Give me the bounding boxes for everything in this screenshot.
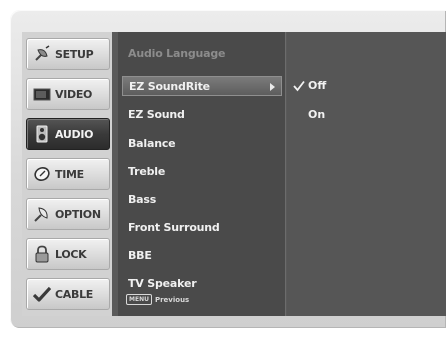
option-off[interactable]: Off	[293, 76, 326, 96]
menu-item-ez-soundrite[interactable]: EZ SoundRite	[122, 76, 282, 96]
previous-label: Previous	[154, 295, 190, 304]
tab-label: AUDIO	[55, 127, 94, 141]
satellite-option-icon	[34, 207, 48, 222]
previous-hint: MENU Previous	[126, 294, 189, 305]
checkmark-icon	[33, 286, 51, 302]
tab-setup[interactable]: SETUP	[26, 38, 110, 70]
option-label: On	[308, 108, 326, 121]
menu-item-audio-language[interactable]: Audio Language	[128, 44, 278, 64]
tv-screen-icon	[33, 88, 51, 101]
tab-label: OPTION	[55, 207, 101, 221]
tab-label: TIME	[55, 167, 84, 181]
options-panel: Off On	[287, 32, 446, 316]
tab-label: LOCK	[55, 247, 87, 261]
option-label: Off	[308, 79, 327, 92]
tab-label: VIDEO	[55, 87, 93, 101]
tab-time[interactable]: TIME	[26, 158, 110, 190]
tab-label: CABLE	[55, 287, 93, 301]
padlock-icon	[35, 245, 49, 263]
tab-audio[interactable]: AUDIO	[26, 118, 110, 150]
category-tabs: SETUP VIDEO AUDIO TIME OPTION LOCK CABLE	[22, 32, 112, 316]
tab-option[interactable]: OPTION	[26, 198, 110, 230]
clock-icon	[34, 167, 50, 181]
tab-video[interactable]: VIDEO	[26, 78, 110, 110]
speaker-icon	[36, 125, 48, 143]
menu-item-treble[interactable]: Treble	[128, 162, 278, 182]
menu-item-bass[interactable]: Bass	[128, 190, 278, 210]
menu-item-bbe[interactable]: BBE	[128, 246, 278, 266]
satellite-dish-icon	[35, 45, 50, 61]
tab-label: SETUP	[55, 47, 94, 61]
menu-item-balance[interactable]: Balance	[128, 134, 278, 154]
menu-item-ez-sound[interactable]: EZ Sound	[128, 105, 278, 125]
arrow-right-icon	[270, 83, 275, 91]
menu-key-badge: MENU	[126, 294, 152, 305]
menu-item-label: EZ SoundRite	[129, 80, 210, 93]
check-icon	[293, 80, 305, 92]
tab-cable[interactable]: CABLE	[26, 278, 110, 310]
menu-item-front-surround[interactable]: Front Surround	[128, 218, 278, 238]
tab-lock[interactable]: LOCK	[26, 238, 110, 270]
menu-item-tv-speaker[interactable]: TV Speaker	[128, 274, 278, 294]
option-on[interactable]: On	[308, 105, 325, 125]
audio-submenu: Audio Language EZ SoundRite EZ Sound Bal…	[118, 32, 286, 316]
